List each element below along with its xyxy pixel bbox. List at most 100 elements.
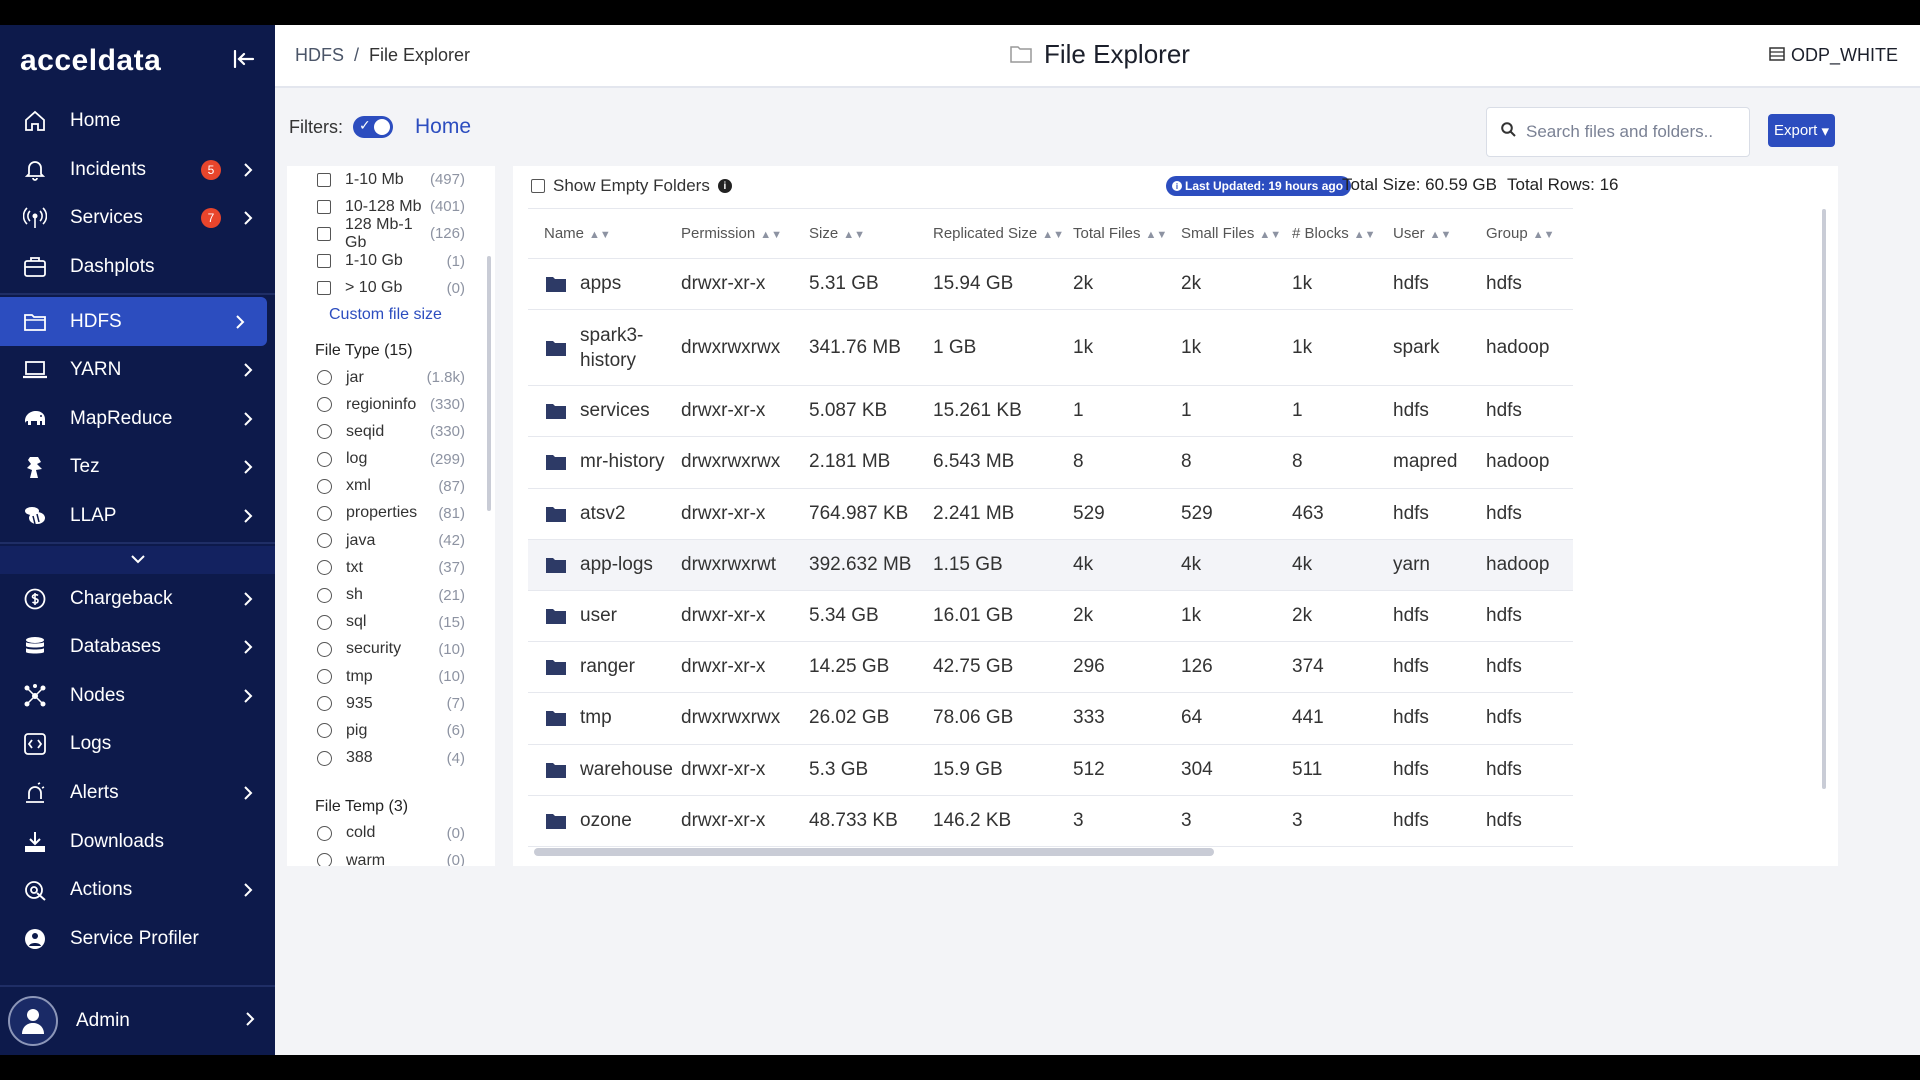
file-size-option[interactable]: 1-10 Mb (497) xyxy=(287,166,495,193)
file-temp-radio[interactable] xyxy=(317,825,332,841)
folder-name-link[interactable]: apps xyxy=(580,273,621,295)
column-header-size[interactable]: Size ▲▼ xyxy=(809,208,933,259)
file-size-checkbox[interactable] xyxy=(317,254,331,269)
table-vertical-scrollbar[interactable] xyxy=(1822,209,1826,789)
file-temp-option[interactable]: warm (0) xyxy=(287,847,495,866)
file-type-option[interactable]: regioninfo (330) xyxy=(287,391,495,418)
file-type-radio[interactable] xyxy=(317,614,332,630)
file-type-radio[interactable] xyxy=(317,587,332,603)
table-row[interactable]: apps drwxr-xr-x 5.31 GB 15.94 GB 2k 2k 1k hdfs h… xyxy=(528,258,1573,311)
file-type-radio[interactable] xyxy=(317,451,332,467)
sort-icon[interactable]: ▲▼ xyxy=(843,229,865,241)
sidebar-item-actions[interactable]: Actions xyxy=(0,866,275,915)
column-header-replicated-size[interactable]: Replicated Size ▲▼ xyxy=(933,208,1073,259)
file-temp-radio[interactable] xyxy=(317,853,332,866)
column-header-group[interactable]: Group ▲▼ xyxy=(1486,208,1573,259)
file-size-checkbox[interactable] xyxy=(317,199,331,214)
file-type-radio[interactable] xyxy=(317,478,332,494)
table-row[interactable]: tmp drwxrwxrwx 26.02 GB 78.06 GB 333 64 441 hdf… xyxy=(528,692,1573,745)
sort-icon[interactable]: ▲▼ xyxy=(1259,229,1281,241)
file-type-option[interactable]: 388 (4) xyxy=(287,745,495,772)
sidebar-expand-toggle[interactable] xyxy=(0,546,275,575)
sort-icon[interactable]: ▲▼ xyxy=(1430,229,1452,241)
column-header-name[interactable]: Name ▲▼ xyxy=(528,208,681,259)
sidebar-item-services[interactable]: Services 7 xyxy=(0,194,275,243)
sidebar-item-databases[interactable]: Databases xyxy=(0,623,275,672)
folder-name-link[interactable]: user xyxy=(580,605,617,627)
file-size-checkbox[interactable] xyxy=(317,172,331,187)
file-size-checkbox[interactable] xyxy=(317,226,331,241)
sidebar-item-logs[interactable]: Logs xyxy=(0,720,275,769)
file-type-option[interactable]: txt (37) xyxy=(287,554,495,581)
folder-name-link[interactable]: app-logs xyxy=(580,554,653,576)
sidebar-item-service-profiler[interactable]: Service Profiler xyxy=(0,915,275,964)
search-input[interactable] xyxy=(1526,122,1726,142)
file-type-option[interactable]: sql (15) xyxy=(287,609,495,636)
file-type-option[interactable]: security (10) xyxy=(287,636,495,663)
file-type-option[interactable]: sh (21) xyxy=(287,581,495,608)
file-type-radio[interactable] xyxy=(317,424,332,440)
column-header-permission[interactable]: Permission ▲▼ xyxy=(681,208,809,259)
file-temp-option[interactable]: cold (0) xyxy=(287,820,495,847)
table-horizontal-scrollbar[interactable] xyxy=(534,848,1214,856)
file-type-option[interactable]: jar (1.8k) xyxy=(287,364,495,391)
folder-name-link[interactable]: tmp xyxy=(580,707,612,729)
sidebar-item-nodes[interactable]: Nodes xyxy=(0,672,275,721)
file-type-option[interactable]: tmp (10) xyxy=(287,663,495,690)
export-button[interactable]: Export ▾ xyxy=(1768,114,1835,147)
folder-name-link[interactable]: mr-history xyxy=(580,451,664,473)
table-row[interactable]: ranger drwxr-xr-x 14.25 GB 42.75 GB 296 126 37… xyxy=(528,641,1573,694)
table-row[interactable]: mr-history drwxrwxrwx 2.181 MB 6.543 MB 8 8 8 m… xyxy=(528,436,1573,489)
table-row[interactable]: ozone drwxr-xr-x 48.733 KB 146.2 KB 3 3 3 hdfs h… xyxy=(528,795,1573,847)
sort-icon[interactable]: ▲▼ xyxy=(1042,229,1064,241)
file-type-option[interactable]: seqid (330) xyxy=(287,418,495,445)
table-row[interactable]: atsv2 drwxr-xr-x 764.987 KB 2.241 MB 529 529 4… xyxy=(528,488,1573,540)
file-type-radio[interactable] xyxy=(317,641,332,657)
sidebar-item-hdfs[interactable]: HDFS xyxy=(0,297,267,346)
table-row[interactable]: services drwxr-xr-x 5.087 KB 15.261 KB 1 1 1 hd… xyxy=(528,385,1573,438)
sidebar-item-dashplots[interactable]: Dashplots xyxy=(0,243,275,292)
sort-icon[interactable]: ▲▼ xyxy=(760,229,782,241)
column-header-blocks[interactable]: # Blocks ▲▼ xyxy=(1292,208,1393,259)
table-row[interactable]: app-logs drwxrwxrwt 392.632 MB 1.15 GB 4k 4k 4… xyxy=(528,539,1573,591)
table-row[interactable]: warehouse drwxr-xr-x 5.3 GB 15.9 GB 512 304 51… xyxy=(528,744,1573,796)
sidebar-item-mapreduce[interactable]: MapReduce xyxy=(0,395,275,444)
sidebar-item-yarn[interactable]: YARN xyxy=(0,346,275,395)
column-header-small-files[interactable]: Small Files ▲▼ xyxy=(1181,208,1292,259)
file-type-radio[interactable] xyxy=(317,560,332,576)
file-type-option[interactable]: log (299) xyxy=(287,446,495,473)
file-type-radio[interactable] xyxy=(317,669,332,685)
sort-icon[interactable]: ▲▼ xyxy=(589,229,611,241)
sidebar-item-home[interactable]: Home xyxy=(0,97,275,146)
collapse-sidebar-icon[interactable] xyxy=(233,48,255,74)
filter-scrollbar[interactable] xyxy=(487,256,491,511)
folder-name-link[interactable]: ranger xyxy=(580,656,635,678)
file-type-radio[interactable] xyxy=(317,696,332,712)
file-size-option[interactable]: 128 Mb-1 Gb (126) xyxy=(287,216,495,251)
file-type-radio[interactable] xyxy=(317,370,332,386)
file-type-radio[interactable] xyxy=(317,533,332,549)
file-type-radio[interactable] xyxy=(317,723,332,739)
folder-name-link[interactable]: atsv2 xyxy=(580,503,625,525)
file-size-checkbox[interactable] xyxy=(317,281,331,296)
sidebar-item-incidents[interactable]: Incidents 5 xyxy=(0,146,275,195)
file-type-option[interactable]: java (42) xyxy=(287,527,495,554)
file-type-option[interactable]: properties (81) xyxy=(287,500,495,527)
show-empty-folders-checkbox[interactable] xyxy=(531,179,545,193)
breadcrumb-hdfs[interactable]: HDFS xyxy=(295,45,344,65)
sidebar-item-llap[interactable]: LLAP xyxy=(0,492,275,541)
file-type-radio[interactable] xyxy=(317,750,332,766)
folder-name-link[interactable]: warehouse xyxy=(580,759,673,781)
file-type-radio[interactable] xyxy=(317,505,332,521)
sidebar-item-admin[interactable]: Admin xyxy=(0,985,275,1055)
file-type-radio[interactable] xyxy=(317,397,332,413)
home-link[interactable]: Home xyxy=(415,115,471,139)
sort-icon[interactable]: ▲▼ xyxy=(1146,229,1168,241)
filters-toggle[interactable]: ✓ xyxy=(353,116,393,138)
file-type-option[interactable]: pig (6) xyxy=(287,717,495,744)
column-header-total-files[interactable]: Total Files ▲▼ xyxy=(1073,208,1181,259)
file-type-option[interactable]: 935 (7) xyxy=(287,690,495,717)
file-size-option[interactable]: 1-10 Gb (1) xyxy=(287,248,495,275)
table-row[interactable]: spark3-history drwxrwxrwx 341.76 MB 1 GB 1k 1… xyxy=(528,309,1573,387)
sort-icon[interactable]: ▲▼ xyxy=(1533,229,1555,241)
